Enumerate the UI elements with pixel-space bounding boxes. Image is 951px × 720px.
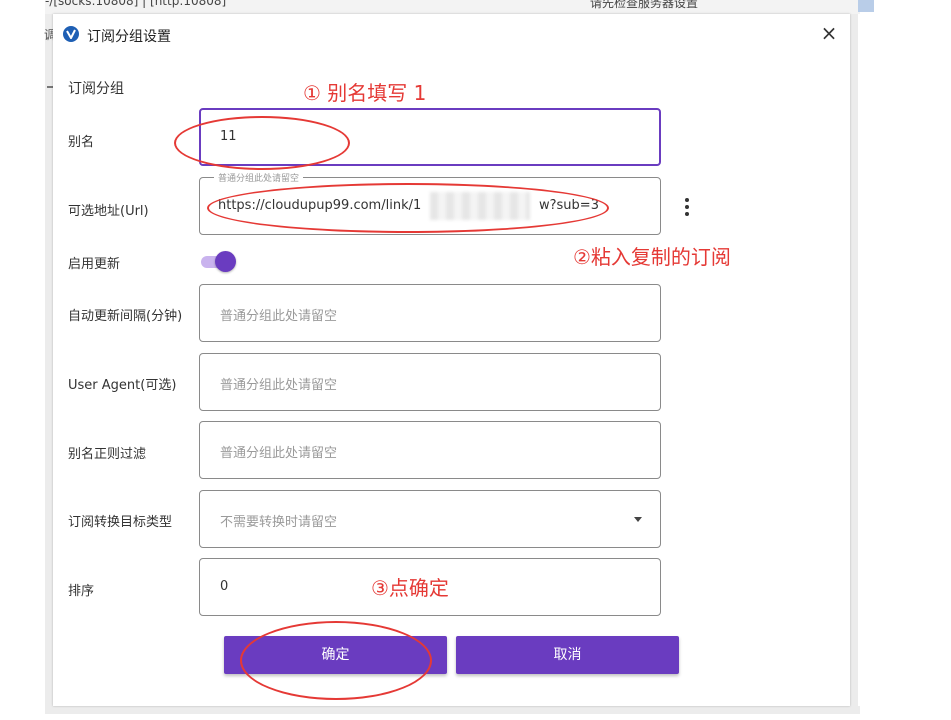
annotation-step2: ②粘入复制的订阅 (573, 245, 731, 269)
v2rayn-app-icon (63, 26, 79, 42)
background-corner-block (858, 0, 874, 12)
toggle-thumb (215, 251, 236, 272)
more-options-icon[interactable] (683, 196, 691, 220)
sort-value: 0 (220, 579, 229, 594)
alias-input[interactable]: 11 (199, 108, 661, 166)
convert-target-label: 订阅转换目标类型 (68, 515, 173, 530)
cancel-button[interactable]: 取消 (456, 636, 679, 674)
auto-update-interval-placeholder: 普通分组此处请留空 (220, 309, 338, 324)
url-redacted-mask (430, 192, 530, 220)
alias-label: 别名 (68, 135, 95, 150)
enable-update-toggle[interactable] (201, 250, 237, 272)
url-label: 可选地址(Url) (68, 204, 149, 219)
enable-update-label: 启用更新 (68, 257, 121, 272)
background-window-right (850, 14, 858, 714)
annotation-step3: ③点确定 (371, 576, 449, 600)
background-window-bottom (45, 706, 860, 714)
dialog-titlebar: 订阅分组设置 × (53, 14, 850, 54)
user-agent-label: User Agent(可选) (68, 378, 177, 393)
url-legend: 普通分组此处请留空 (214, 171, 304, 184)
url-value-start: https://cloudupup99.com/link/1 (218, 198, 422, 213)
subscription-group-dialog: 订阅分组设置 × 订阅分组 别名 11 可选地址(Url) 普通分组此处请留空 … (53, 14, 850, 706)
url-value-end: w?sub=3 (539, 198, 599, 213)
auto-update-interval-input[interactable]: 普通分组此处请留空 (199, 284, 661, 342)
close-button[interactable]: × (817, 22, 841, 46)
section-label: 订阅分组 (68, 81, 124, 97)
auto-update-interval-label: 自动更新间隔(分钟) (68, 309, 183, 324)
dialog-title: 订阅分组设置 (87, 29, 171, 45)
background-status-text: 请先检查服务器设置 (590, 0, 699, 10)
background-window-strip: -/[socks:10808] | [http:10808] 请先检查服务器设置 (45, 0, 860, 14)
convert-target-select[interactable]: 不需要转换时请留空 (199, 490, 661, 548)
user-agent-input[interactable]: 普通分组此处请留空 (199, 353, 661, 411)
sort-label: 排序 (68, 584, 95, 599)
chevron-down-icon (634, 517, 642, 522)
alias-regex-label: 别名正则过滤 (68, 447, 147, 462)
alias-regex-placeholder: 普通分组此处请留空 (220, 446, 338, 461)
ok-button[interactable]: 确定 (224, 636, 447, 674)
annotation-step1: ① 别名填写 1 (303, 81, 427, 105)
user-agent-placeholder: 普通分组此处请留空 (220, 378, 338, 393)
convert-target-placeholder: 不需要转换时请留空 (220, 515, 338, 530)
background-proxy-text: -/[socks:10808] | [http:10808] (45, 0, 227, 8)
alias-regex-input[interactable]: 普通分组此处请留空 (199, 421, 661, 479)
background-window-left (45, 14, 53, 714)
alias-value: 11 (220, 129, 237, 144)
url-input[interactable]: 普通分组此处请留空 https://cloudupup99.com/link/1… (199, 171, 661, 235)
